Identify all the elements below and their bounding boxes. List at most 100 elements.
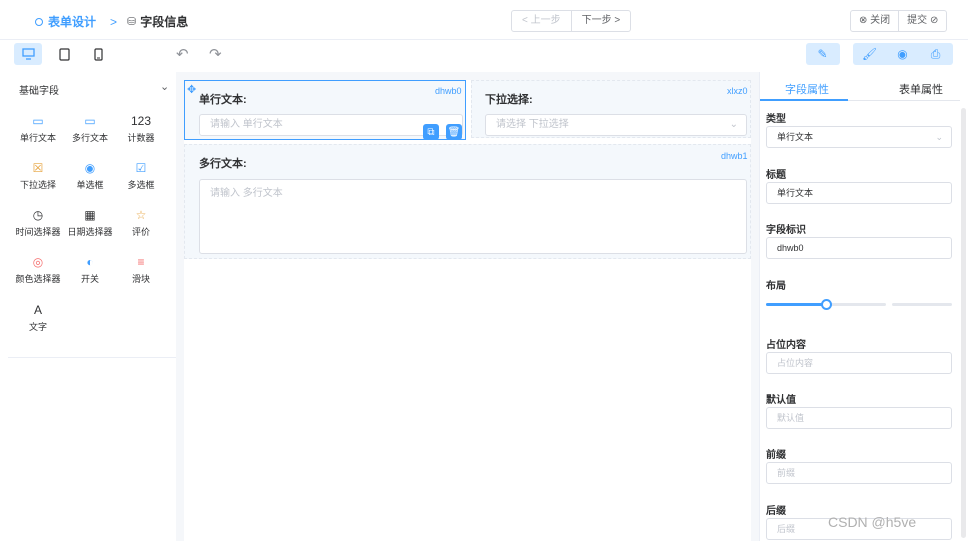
tool-item[interactable]: A 文字 [10,301,66,333]
eye-icon[interactable]: ◉ [886,47,919,61]
slider-icon: ≡ [137,255,145,269]
edit-button[interactable]: ✎ [806,43,840,65]
mobile-view-button[interactable] [84,43,112,65]
preview-action-group: 🖌 ◉ ⎙ [853,43,953,65]
palette-icon: ◎ [32,255,44,269]
drag-handle-icon[interactable]: ✥ [187,83,196,96]
title-input[interactable]: 单行文本 [766,182,952,204]
multi-line-text-icon: ▭ [84,114,96,128]
breadcrumb-field-info[interactable]: ⛁ 字段信息 [127,13,188,30]
tab-form-properties[interactable]: 表单属性 [899,81,943,97]
submit-button[interactable]: 提交 ⊘ [899,11,946,31]
redo-icon[interactable]: ↷ [209,45,222,63]
checkbox-icon: ☑ [135,161,147,175]
prefix-label: 前缀 [766,450,786,461]
breadcrumb-form-design[interactable]: 表单设计 [35,13,96,30]
header: 表单设计 > ⛁ 字段信息 < 上一步 下一步 > ⊗ 关闭 提交 ⊘ [0,0,968,40]
tool-item[interactable]: 123 计数器 [113,112,169,144]
tool-item[interactable]: ◐ 开关 [62,253,118,285]
close-button[interactable]: ⊗ 关闭 [851,11,900,31]
breadcrumb-separator: > [110,14,118,29]
tool-label: 日期选择器 [67,227,113,237]
placeholder-input[interactable]: 占位内容 [766,352,952,374]
chevron-down-icon[interactable]: ⌄ [160,80,169,93]
tab-field-properties[interactable]: 字段属性 [785,81,829,97]
tool-item[interactable]: ◷ 时间选择器 [10,206,66,238]
field-id: dhwb1 [721,151,748,161]
chevron-down-icon: ⌄ [729,119,738,130]
calendar-icon: ▦ [84,208,96,222]
tool-item[interactable]: ▭ 多行文本 [62,112,118,144]
tool-item[interactable]: ◉ 单选框 [62,159,118,191]
delete-icon[interactable]: 🗑 [446,124,462,140]
star-icon: ☆ [135,208,147,222]
type-label: 类型 [766,114,786,125]
tool-item[interactable]: ◎ 颜色选择器 [10,253,66,285]
tablet-icon [58,47,70,61]
tool-item[interactable]: ≡ 滑块 [113,253,169,285]
edit-icon: ✎ [817,47,828,61]
default-value-label: 默认值 [766,395,796,406]
tool-label: 滑块 [131,274,150,284]
form-item-single-line[interactable]: ✥ 单行文本: dhwb0 请输入 单行文本 ⧉ 🗑 [184,80,466,140]
next-step-button[interactable]: 下一步 > [572,11,631,31]
tool-label: 单选框 [76,180,104,190]
prefix-input[interactable]: 前缀 [766,462,952,484]
tool-label: 评价 [131,227,150,237]
field-label: 下拉选择: [485,94,533,106]
form-item-select[interactable]: 下拉选择: xlxz0 请选择 下拉选择 ⌄ [471,80,751,138]
tab-indicator [760,99,848,101]
tool-item[interactable]: ☑ 多选框 [113,159,169,191]
tool-label: 开关 [80,274,99,284]
tool-label: 下拉选择 [19,180,56,190]
tool-label: 颜色选择器 [15,274,61,284]
circle-icon [35,17,43,26]
watermark: CSDN @h5ve [828,514,917,530]
layout-slider[interactable] [766,299,952,310]
desktop-view-button[interactable] [14,43,42,65]
tablet-view-button[interactable] [50,43,78,65]
switch-icon: ◐ [86,255,94,269]
tool-label: 计数器 [127,133,155,143]
placeholder-label: 占位内容 [766,340,806,351]
field-id: dhwb0 [435,86,462,96]
form-item-multi-line[interactable]: 多行文本: dhwb1 请输入 多行文本 [184,144,751,259]
breadcrumb: 表单设计 > ⛁ 字段信息 [35,13,188,30]
slider-handle[interactable] [821,299,832,310]
field-id: xlxz0 [727,86,748,96]
desktop-icon [21,48,35,60]
mobile-icon [93,47,103,61]
property-tabs: 字段属性 表单属性 [760,72,960,101]
export-icon[interactable]: ⎙ [919,47,952,62]
layout-label: 布局 [766,281,786,292]
default-value-input[interactable]: 默认值 [766,407,952,429]
field-key-input[interactable]: dhwb0 [766,237,952,259]
clear-icon[interactable]: 🖌 [853,47,886,61]
database-icon: ⛁ [127,16,137,28]
component-sidebar: 基础字段 ⌄ ▭ 单行文本 ▭ 多行文本 123 计数器 ☒ 下拉选择 ◉ 单选框 ☑ 多选框 ◷ 时间选… [0,72,180,541]
tool-item[interactable]: ☆ 评价 [113,206,169,238]
suffix-label: 后缀 [766,506,786,517]
tool-item[interactable]: ▦ 日期选择器 [62,206,118,238]
copy-icon[interactable]: ⧉ [423,124,439,140]
tool-item[interactable]: ☒ 下拉选择 [10,159,66,191]
chevron-down-icon: ⌄ [935,132,943,142]
field-key-label: 字段标识 [766,225,806,236]
multi-line-textarea[interactable]: 请输入 多行文本 [199,179,747,254]
type-select[interactable]: 单行文本 ⌄ [766,126,952,148]
prev-step-button[interactable]: < 上一步 [512,11,572,31]
clock-icon: ◷ [32,208,44,222]
counter-icon: 123 [130,114,152,128]
title-label: 标题 [766,170,786,181]
tool-item[interactable]: ▭ 单行文本 [10,112,66,144]
radio-icon: ◉ [84,161,96,175]
tool-label: 多行文本 [71,133,108,143]
scrollbar[interactable] [961,108,966,538]
tool-label: 文字 [28,322,47,332]
properties-panel: 字段属性 表单属性 类型 单行文本 ⌄ 标题 单行文本 字段标识 dhwb0 布… [759,72,968,541]
tool-label: 多选框 [127,180,155,190]
select-input[interactable]: 请选择 下拉选择 ⌄ [485,114,747,136]
undo-icon[interactable]: ↶ [176,45,189,63]
field-label: 单行文本: [199,94,247,106]
step-button-group: < 上一步 下一步 > [511,10,632,32]
